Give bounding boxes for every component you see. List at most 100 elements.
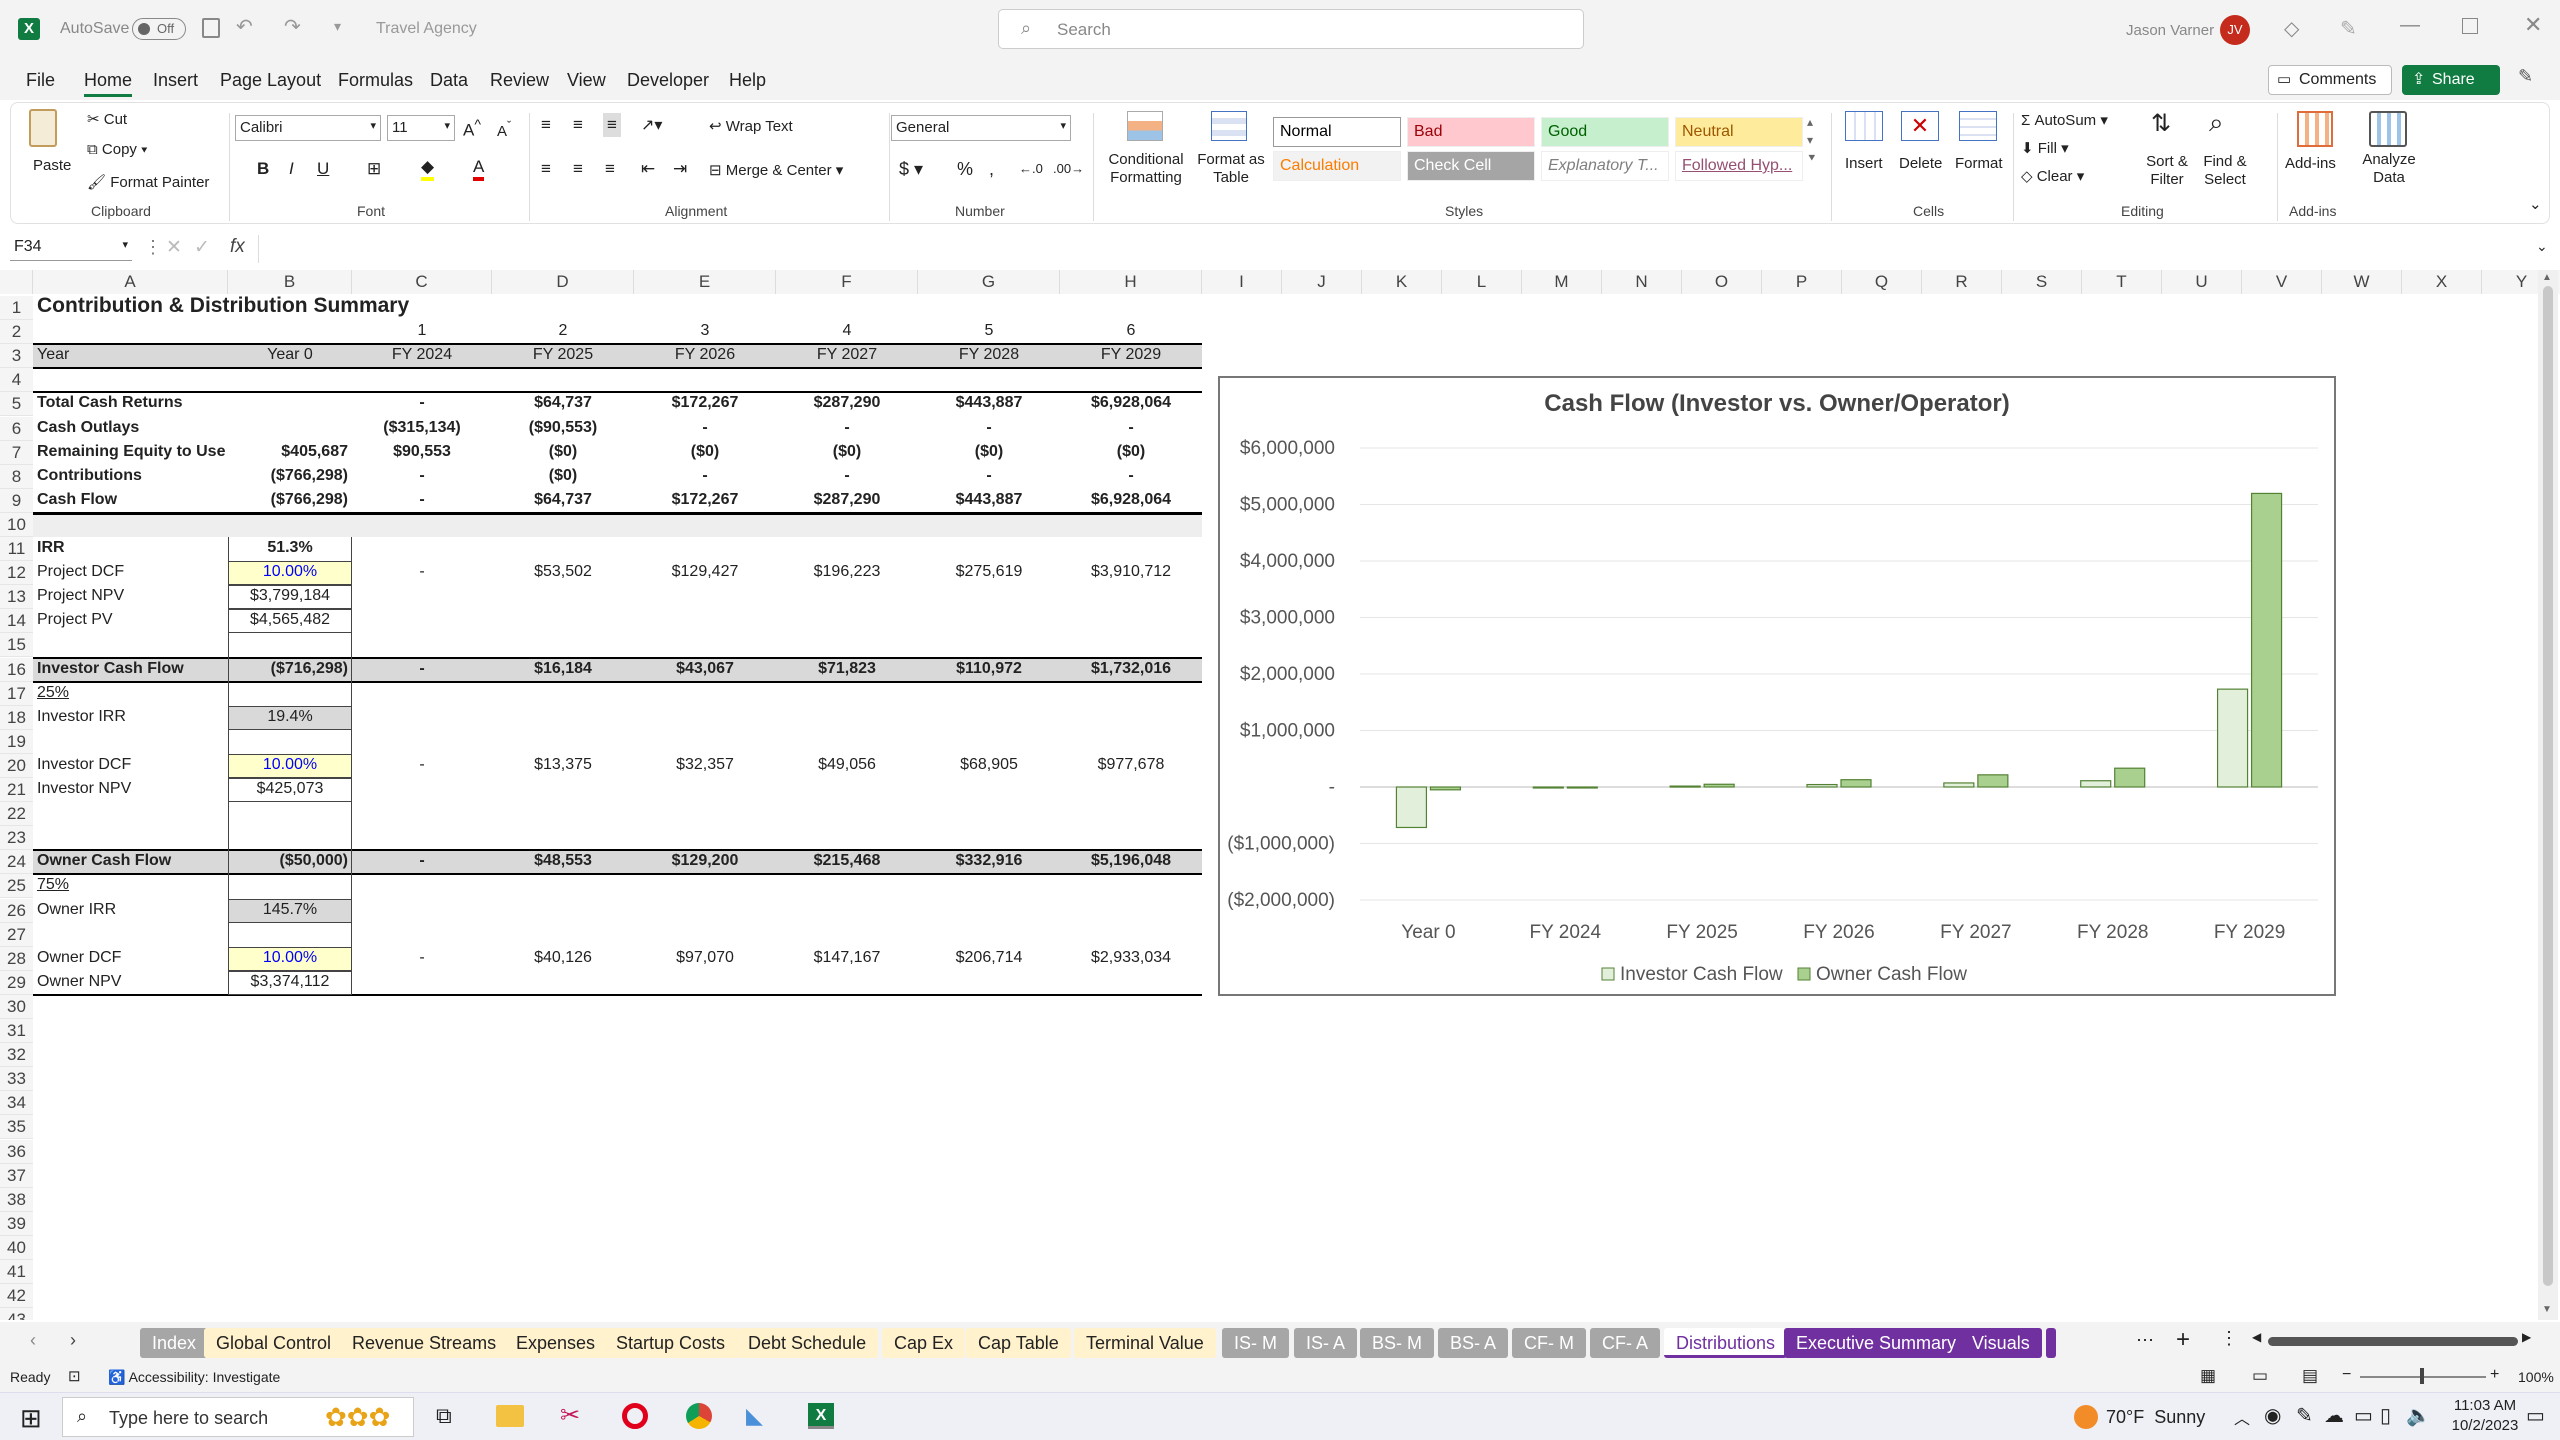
- analyze-data-button[interactable]: Analyze Data: [2355, 151, 2423, 187]
- row-header[interactable]: 37: [0, 1163, 33, 1188]
- network-icon[interactable]: ▭: [2354, 1403, 2373, 1428]
- value-cell[interactable]: $129,200: [638, 852, 772, 874]
- value-cell[interactable]: $64,737: [496, 491, 630, 513]
- tab-scroll-right-icon[interactable]: ›: [70, 1330, 76, 1351]
- row-header[interactable]: 23: [0, 826, 33, 851]
- row-header[interactable]: 32: [0, 1043, 33, 1068]
- document-title[interactable]: Travel Agency: [376, 20, 477, 38]
- value-cell[interactable]: $977,678: [1064, 756, 1198, 778]
- snipping-tool-icon[interactable]: ✂: [560, 1401, 580, 1430]
- row-label[interactable]: Year: [37, 346, 224, 368]
- column-header[interactable]: T: [2082, 270, 2162, 294]
- align-right-icon[interactable]: ≡: [605, 159, 615, 179]
- name-box[interactable]: F34 ▾: [10, 235, 132, 261]
- undo-icon[interactable]: ↶: [236, 14, 253, 39]
- row-label[interactable]: IRR: [37, 539, 224, 561]
- row-header[interactable]: 31: [0, 1019, 33, 1044]
- decrease-font-icon[interactable]: Aˇ: [497, 119, 511, 140]
- value-cell[interactable]: ($315,134): [356, 419, 488, 441]
- row-header[interactable]: 15: [0, 633, 33, 658]
- sheet-tab-visuals[interactable]: Visuals: [1960, 1328, 2042, 1358]
- value-cell[interactable]: $2,933,034: [1064, 949, 1198, 971]
- value-cell-b[interactable]: $4,565,482: [232, 611, 348, 633]
- addins-icon[interactable]: [2297, 111, 2333, 147]
- value-cell[interactable]: $49,056: [780, 756, 914, 778]
- align-middle-icon[interactable]: ≡: [573, 115, 583, 135]
- cell-style-bad[interactable]: Bad: [1407, 117, 1535, 147]
- value-cell[interactable]: -: [356, 660, 488, 682]
- row-header[interactable]: 40: [0, 1235, 33, 1260]
- row-header[interactable]: 10: [0, 512, 33, 537]
- row-header[interactable]: 42: [0, 1284, 33, 1309]
- row-header[interactable]: 27: [0, 922, 33, 947]
- column-header[interactable]: O: [1682, 270, 1762, 294]
- value-cell[interactable]: ($0): [780, 443, 914, 465]
- value-cell[interactable]: $71,823: [780, 660, 914, 682]
- cell-style-check-cell[interactable]: Check Cell: [1407, 151, 1535, 181]
- align-top-icon[interactable]: ≡: [541, 115, 551, 135]
- row-header[interactable]: 36: [0, 1139, 33, 1164]
- enter-icon[interactable]: ✓: [194, 236, 210, 259]
- windows-start-icon[interactable]: ⊞: [20, 1403, 42, 1434]
- sheet-tab-bs-m[interactable]: BS- M: [1360, 1328, 1435, 1358]
- format-painter-button[interactable]: 🖌 Format Painter: [87, 173, 209, 191]
- function-icon[interactable]: fx: [230, 236, 245, 258]
- column-header[interactable]: V: [2242, 270, 2322, 294]
- column-header[interactable]: Q: [1842, 270, 1922, 294]
- scrollbar-thumb[interactable]: [2543, 286, 2553, 1286]
- column-header[interactable]: W: [2322, 270, 2402, 294]
- row-header[interactable]: 14: [0, 609, 33, 634]
- expand-formula-icon[interactable]: ⌄: [2536, 238, 2548, 255]
- row-label[interactable]: Cash Outlays: [37, 419, 224, 441]
- value-cell[interactable]: FY 2025: [496, 346, 630, 368]
- fill-button[interactable]: ⬇ Fill ▾: [2021, 139, 2069, 157]
- menu-help[interactable]: Help: [729, 70, 766, 91]
- menu-formulas[interactable]: Formulas: [338, 70, 413, 91]
- row-label[interactable]: Investor DCF: [37, 756, 224, 778]
- sheet-tab-is-m[interactable]: IS- M: [1222, 1328, 1289, 1358]
- value-cell-b[interactable]: ($766,298): [232, 491, 348, 513]
- format-cells-icon[interactable]: [1959, 111, 1997, 141]
- column-header[interactable]: C: [352, 270, 492, 294]
- row-header[interactable]: 24: [0, 850, 33, 875]
- column-header[interactable]: G: [918, 270, 1060, 294]
- value-cell[interactable]: $215,468: [780, 852, 914, 874]
- row-label[interactable]: Cash Flow: [37, 491, 224, 513]
- sheet-tab-debt-schedule[interactable]: Debt Schedule: [736, 1328, 879, 1358]
- value-cell[interactable]: $64,737: [496, 394, 630, 416]
- value-cell[interactable]: $110,972: [922, 660, 1056, 682]
- user-name[interactable]: Jason Varner: [2126, 22, 2214, 39]
- row-header[interactable]: 34: [0, 1091, 33, 1116]
- avatar[interactable]: JV: [2220, 15, 2250, 45]
- weather-text[interactable]: 70°F Sunny: [2106, 1407, 2205, 1428]
- zoom-slider-thumb[interactable]: [2420, 1368, 2424, 1384]
- page-layout-view-icon[interactable]: ▭: [2252, 1366, 2268, 1386]
- column-header[interactable]: S: [2002, 270, 2082, 294]
- format-as-table-button[interactable]: Format as Table: [1191, 151, 1271, 187]
- number-format-select[interactable]: General ▾: [891, 115, 1071, 141]
- value-cell[interactable]: $287,290: [780, 394, 914, 416]
- row-header[interactable]: 22: [0, 802, 33, 827]
- hscroll-thumb[interactable]: [2268, 1337, 2518, 1346]
- chart[interactable]: Cash Flow (Investor vs. Owner/Operator) …: [1218, 376, 2336, 996]
- redo-icon[interactable]: ↷: [284, 14, 301, 39]
- autosum-button[interactable]: Σ AutoSum ▾: [2021, 111, 2108, 129]
- add-sheet-icon[interactable]: +: [2176, 1326, 2190, 1354]
- bold-icon[interactable]: B: [257, 159, 269, 179]
- menu-home[interactable]: Home: [84, 70, 133, 97]
- sheet-title[interactable]: Contribution & Distribution Summary: [37, 294, 437, 317]
- feedback-icon[interactable]: ✎: [2518, 66, 2533, 87]
- cloud-icon[interactable]: ☁: [2324, 1403, 2344, 1428]
- sort-filter-button[interactable]: Sort & Filter: [2135, 153, 2199, 189]
- row-header[interactable]: 21: [0, 778, 33, 803]
- cell-style-followed-hyp[interactable]: Followed Hyp...: [1675, 151, 1803, 181]
- row-label[interactable]: Owner Cash Flow: [37, 852, 224, 874]
- excel-taskbar-icon[interactable]: X: [808, 1403, 834, 1429]
- value-cell-b[interactable]: 10.00%: [232, 563, 348, 585]
- tab-options-icon[interactable]: ⋮: [2220, 1328, 2238, 1349]
- value-cell[interactable]: $6,928,064: [1064, 394, 1198, 416]
- value-cell[interactable]: -: [922, 419, 1056, 441]
- value-cell[interactable]: $275,619: [922, 563, 1056, 585]
- scroll-left-icon[interactable]: ◀: [2252, 1330, 2261, 1344]
- conditional-formatting-button[interactable]: Conditional Formatting: [1101, 151, 1191, 187]
